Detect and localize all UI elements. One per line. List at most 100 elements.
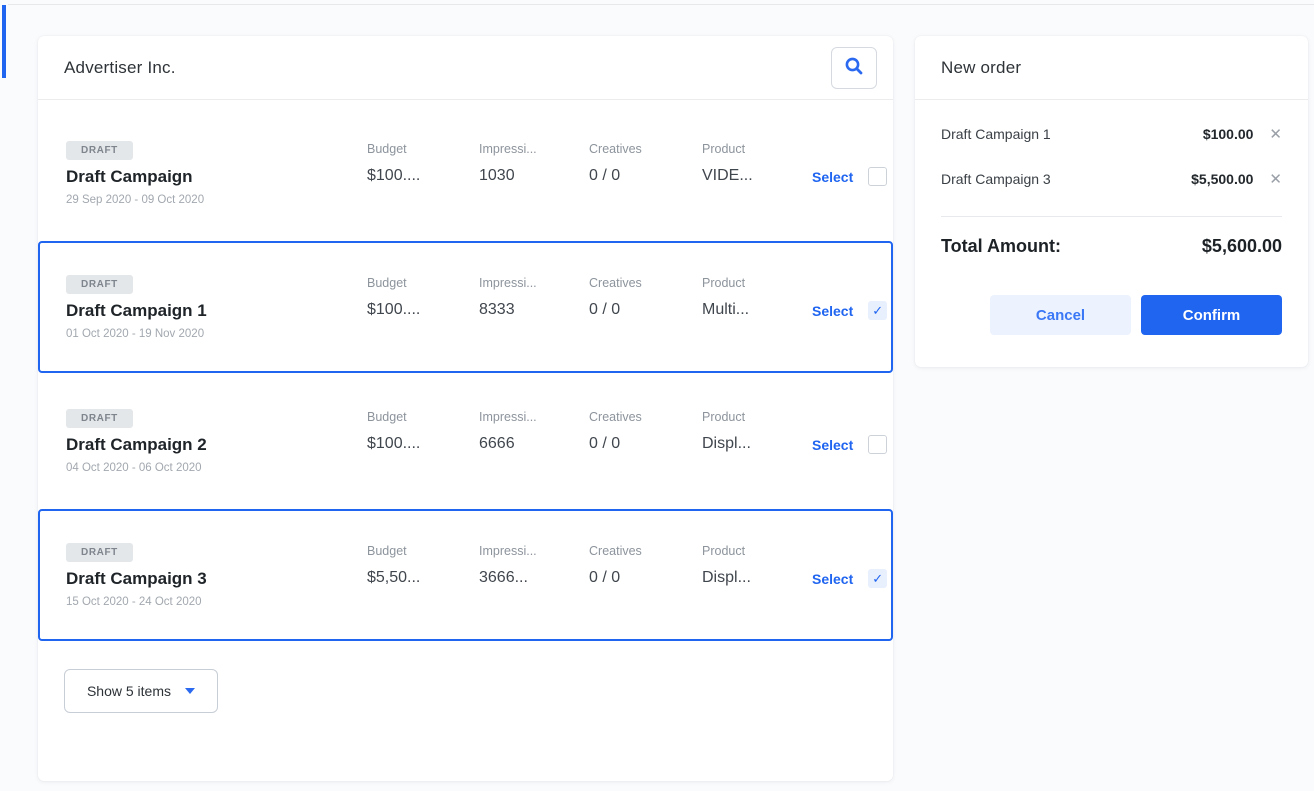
campaign-info: DRAFT Draft Campaign 3 15 Oct 2020 - 24 … <box>66 542 367 608</box>
select-area: Select ✓ <box>812 167 887 186</box>
order-total-row: Total Amount: $5,600.00 <box>941 236 1282 257</box>
campaign-impressions: 6666 <box>479 435 589 453</box>
campaign-budget: $100.... <box>367 435 479 453</box>
order-item-name: Draft Campaign 1 <box>941 126 1051 142</box>
budget-column: Budget $5,50... <box>367 542 479 587</box>
campaign-info: DRAFT Draft Campaign 1 01 Oct 2020 - 19 … <box>66 274 367 340</box>
creatives-column-header: Creatives <box>589 542 702 558</box>
campaign-creatives: 0 / 0 <box>589 167 702 185</box>
creatives-column: Creatives 0 / 0 <box>589 274 702 319</box>
campaign-product: Displ... <box>702 569 812 587</box>
campaign-product: Multi... <box>702 301 812 319</box>
select-checkbox[interactable]: ✓ <box>868 301 887 320</box>
creatives-column-header: Creatives <box>589 140 702 156</box>
campaign-dates: 15 Oct 2020 - 24 Oct 2020 <box>66 596 367 608</box>
impressions-column-header: Impressi... <box>479 408 589 424</box>
campaign-row[interactable]: DRAFT Draft Campaign 29 Sep 2020 - 09 Oc… <box>38 120 893 226</box>
impressions-column: Impressi... 3666... <box>479 542 589 587</box>
confirm-button[interactable]: Confirm <box>1141 295 1282 335</box>
status-badge: DRAFT <box>66 275 133 294</box>
order-panel-header: New order <box>915 36 1308 100</box>
order-item-price: $5,500.00 <box>1191 171 1253 187</box>
select-checkbox[interactable]: ✓ <box>868 435 887 454</box>
order-divider <box>941 216 1282 217</box>
impressions-column: Impressi... 6666 <box>479 408 589 453</box>
impressions-column-header: Impressi... <box>479 274 589 290</box>
product-column-header: Product <box>702 542 812 558</box>
campaign-name: Draft Campaign <box>66 167 367 187</box>
status-badge: DRAFT <box>66 409 133 428</box>
campaign-row[interactable]: DRAFT Draft Campaign 3 15 Oct 2020 - 24 … <box>38 509 893 641</box>
campaign-name: Draft Campaign 1 <box>66 301 367 321</box>
total-amount-label: Total Amount: <box>941 236 1061 257</box>
select-link[interactable]: Select <box>812 169 853 185</box>
status-badge: DRAFT <box>66 543 133 562</box>
advertiser-campaigns-panel: Advertiser Inc. DRAFT Draft Campaign 29 … <box>38 36 893 781</box>
campaign-info: DRAFT Draft Campaign 29 Sep 2020 - 09 Oc… <box>66 140 367 206</box>
show-items-dropdown[interactable]: Show 5 items <box>64 669 218 713</box>
product-column: Product Displ... <box>702 542 812 587</box>
budget-column: Budget $100.... <box>367 408 479 453</box>
creatives-column: Creatives 0 / 0 <box>589 408 702 453</box>
select-area: Select ✓ <box>812 569 887 588</box>
campaign-creatives: 0 / 0 <box>589 569 702 587</box>
campaign-product: Displ... <box>702 435 812 453</box>
cancel-button[interactable]: Cancel <box>990 295 1131 335</box>
product-column: Product Multi... <box>702 274 812 319</box>
budget-column-header: Budget <box>367 140 479 156</box>
select-link[interactable]: Select <box>812 571 853 587</box>
search-icon <box>844 56 864 79</box>
remove-item-icon[interactable]: ✕ <box>1269 127 1282 142</box>
impressions-column: Impressi... 8333 <box>479 274 589 319</box>
remove-item-icon[interactable]: ✕ <box>1269 172 1282 187</box>
campaign-list: DRAFT Draft Campaign 29 Sep 2020 - 09 Oc… <box>38 100 893 641</box>
campaign-product: VIDE... <box>702 167 812 185</box>
impressions-column-header: Impressi... <box>479 140 589 156</box>
campaign-impressions: 3666... <box>479 569 589 587</box>
campaign-impressions: 1030 <box>479 167 589 185</box>
campaign-budget: $100.... <box>367 301 479 319</box>
product-column-header: Product <box>702 274 812 290</box>
budget-column-header: Budget <box>367 274 479 290</box>
budget-column-header: Budget <box>367 542 479 558</box>
campaign-dates: 01 Oct 2020 - 19 Nov 2020 <box>66 328 367 340</box>
select-checkbox[interactable]: ✓ <box>868 569 887 588</box>
campaign-dates: 29 Sep 2020 - 09 Oct 2020 <box>66 194 367 206</box>
campaign-name: Draft Campaign 2 <box>66 435 367 455</box>
campaign-row[interactable]: DRAFT Draft Campaign 1 01 Oct 2020 - 19 … <box>38 241 893 373</box>
checkmark-icon: ✓ <box>872 304 883 317</box>
campaign-creatives: 0 / 0 <box>589 435 702 453</box>
new-order-panel: New order Draft Campaign 1 $100.00 ✕ Dra… <box>915 36 1308 367</box>
select-checkbox[interactable]: ✓ <box>868 167 887 186</box>
campaign-budget: $5,50... <box>367 569 479 587</box>
order-item: Draft Campaign 1 $100.00 ✕ <box>941 126 1282 142</box>
campaign-name: Draft Campaign 3 <box>66 569 367 589</box>
budget-column: Budget $100.... <box>367 140 479 185</box>
impressions-column-header: Impressi... <box>479 542 589 558</box>
top-divider <box>8 4 1314 5</box>
campaign-budget: $100.... <box>367 167 479 185</box>
budget-column: Budget $100.... <box>367 274 479 319</box>
select-link[interactable]: Select <box>812 303 853 319</box>
advertiser-panel-header: Advertiser Inc. <box>38 36 893 100</box>
product-column: Product VIDE... <box>702 140 812 185</box>
campaign-dates: 04 Oct 2020 - 06 Oct 2020 <box>66 462 367 474</box>
campaign-info: DRAFT Draft Campaign 2 04 Oct 2020 - 06 … <box>66 408 367 474</box>
chevron-down-icon <box>185 688 195 694</box>
creatives-column: Creatives 0 / 0 <box>589 140 702 185</box>
left-accent-bar <box>2 5 6 78</box>
product-column-header: Product <box>702 140 812 156</box>
pagination-area: Show 5 items <box>38 656 893 713</box>
order-actions: Cancel Confirm <box>941 295 1282 335</box>
creatives-column-header: Creatives <box>589 274 702 290</box>
select-link[interactable]: Select <box>812 437 853 453</box>
order-item-name: Draft Campaign 3 <box>941 171 1051 187</box>
order-title: New order <box>941 58 1021 78</box>
order-item-price: $100.00 <box>1203 126 1254 142</box>
creatives-column: Creatives 0 / 0 <box>589 542 702 587</box>
product-column-header: Product <box>702 408 812 424</box>
order-body: Draft Campaign 1 $100.00 ✕ Draft Campaig… <box>915 100 1308 335</box>
campaign-row[interactable]: DRAFT Draft Campaign 2 04 Oct 2020 - 06 … <box>38 388 893 494</box>
select-area: Select ✓ <box>812 435 887 454</box>
search-button[interactable] <box>831 47 877 89</box>
